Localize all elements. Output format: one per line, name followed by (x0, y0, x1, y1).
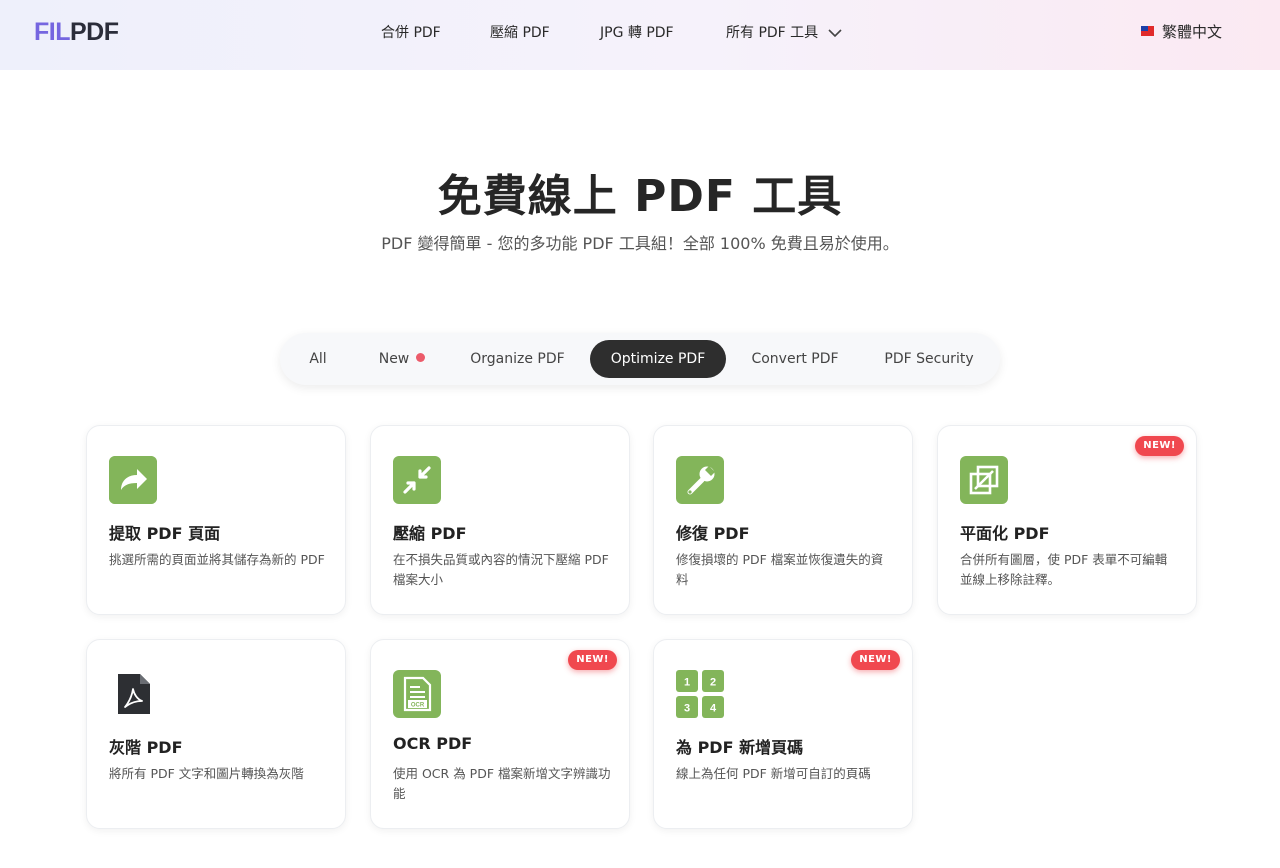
number-tile-4: 4 (710, 703, 717, 715)
card-title: OCR PDF (393, 734, 473, 753)
taiwan-flag-icon (1141, 26, 1154, 36)
card-description: 修復損壞的 PDF 檔案並恢復遺失的資料 (676, 552, 884, 587)
new-badge: NEW! (1135, 436, 1184, 456)
number-tile-3: 3 (684, 703, 690, 715)
page-numbers-icon: 1 2 3 4 (676, 670, 724, 718)
tab-convert-pdf[interactable]: Convert PDF (742, 340, 848, 378)
compress-arrows-icon (393, 456, 441, 504)
card-title: 灰階 PDF (109, 738, 183, 757)
tab-organize-pdf[interactable]: Organize PDF (460, 340, 575, 378)
card-title: 壓縮 PDF (393, 524, 467, 543)
top-header: FILPDF 合併 PDF 壓縮 PDF JPG 轉 PDF 所有 PDF 工具… (0, 0, 1280, 70)
tool-card-add-page-numbers[interactable]: NEW! 1 2 3 4 為 PDF 新增頁碼 線上為任何 PDF 新增可自訂的… (653, 639, 913, 829)
nav-all-tools-label: 所有 PDF 工具 (726, 25, 819, 41)
number-tile-2: 2 (710, 677, 716, 689)
tool-card-compress-pdf[interactable]: 壓縮 PDF 在不損失品質或內容的情況下壓縮 PDF 檔案大小 (370, 425, 630, 615)
main-nav: 合併 PDF 壓縮 PDF JPG 轉 PDF 所有 PDF 工具 (0, 22, 1280, 44)
card-description: 合併所有圖層，使 PDF 表單不可編輯並線上移除註釋。 (960, 552, 1168, 587)
new-badge: NEW! (851, 650, 900, 670)
card-description: 使用 OCR 為 PDF 檔案新增文字辨識功能 (393, 766, 611, 801)
language-selector[interactable]: 繁體中文 (1141, 21, 1222, 42)
nav-all-tools[interactable]: 所有 PDF 工具 (726, 22, 842, 42)
chevron-down-icon (828, 29, 842, 38)
new-badge: NEW! (568, 650, 617, 670)
card-title: 修復 PDF (676, 524, 750, 543)
card-title: 提取 PDF 頁面 (109, 524, 221, 543)
card-title: 平面化 PDF (960, 524, 1050, 543)
page-title: 免費線上 PDF 工具 (437, 171, 843, 222)
tool-card-flatten-pdf[interactable]: NEW! 平面化 PDF 合併所有圖層，使 PDF 表單不可編輯並線上移除註釋。 (937, 425, 1197, 615)
nav-jpg-to-pdf[interactable]: JPG 轉 PDF (600, 22, 674, 42)
tab-all[interactable]: All (296, 340, 340, 378)
tool-card-ocr-pdf[interactable]: NEW! OCR OCR PDF 使用 OCR 為 PDF 檔案新增文字辨識功能 (370, 639, 630, 829)
category-tabs: All New Organize PDF Optimize PDF Conver… (280, 333, 1000, 385)
card-description: 挑選所需的頁面並將其儲存為新的 PDF (109, 552, 325, 567)
page-subtitle: PDF 變得簡單 - 您的多功能 PDF 工具組！全部 100% 免費且易於使用… (381, 234, 899, 253)
nav-compress-pdf[interactable]: 壓縮 PDF (490, 22, 550, 42)
wrench-icon (676, 456, 724, 504)
share-arrow-icon (109, 456, 157, 504)
ocr-document-icon: OCR (393, 670, 441, 718)
tab-new-label: New (378, 351, 410, 367)
tab-optimize-pdf[interactable]: Optimize PDF (590, 340, 726, 378)
tool-card-grayscale-pdf[interactable]: 灰階 PDF 將所有 PDF 文字和圖片轉換為灰階 (86, 639, 346, 829)
card-description: 在不損失品質或內容的情況下壓縮 PDF 檔案大小 (393, 552, 609, 587)
card-description: 線上為任何 PDF 新增可自訂的頁碼 (676, 766, 871, 781)
tab-new[interactable]: New (364, 340, 440, 378)
language-label: 繁體中文 (1162, 23, 1223, 41)
pdf-file-icon (118, 674, 150, 714)
new-dot-indicator (416, 353, 426, 362)
tool-card-extract-pages[interactable]: 提取 PDF 頁面 挑選所需的頁面並將其儲存為新的 PDF (86, 425, 346, 615)
tab-pdf-security[interactable]: PDF Security (872, 340, 986, 378)
tool-card-repair-pdf[interactable]: 修復 PDF 修復損壞的 PDF 檔案並恢復遺失的資料 (653, 425, 913, 615)
ocr-icon-label: OCR (411, 702, 425, 708)
card-title: 為 PDF 新增頁碼 (676, 738, 804, 757)
flatten-layers-icon (960, 456, 1008, 504)
card-description: 將所有 PDF 文字和圖片轉換為灰階 (109, 766, 304, 781)
number-tile-1: 1 (684, 677, 690, 689)
nav-merge-pdf[interactable]: 合併 PDF (381, 22, 441, 42)
